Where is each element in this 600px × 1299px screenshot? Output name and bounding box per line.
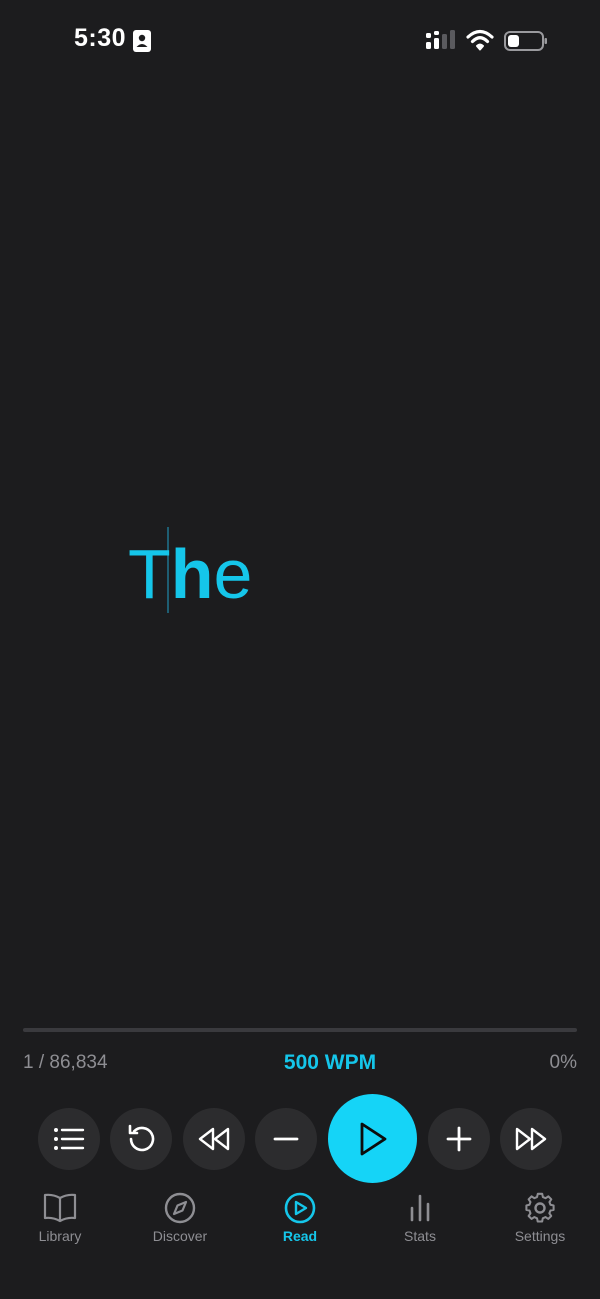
play-circle-icon (284, 1192, 316, 1224)
progress-percent: 0% (549, 1052, 577, 1073)
chapters-button[interactable] (38, 1108, 100, 1170)
fast-forward-icon (515, 1127, 547, 1151)
tab-library-label: Library (38, 1228, 82, 1244)
compass-icon (164, 1192, 196, 1224)
word-prefix: T (128, 535, 171, 613)
battery-icon (504, 31, 547, 51)
minus-icon (273, 1137, 299, 1141)
book-icon (43, 1193, 77, 1223)
word-pivot-letter: h (170, 535, 214, 613)
tab-bar: Library Discover Read Stats Settings (0, 1186, 600, 1299)
plus-icon (446, 1126, 472, 1152)
tab-library[interactable]: Library (5, 1186, 115, 1256)
cellular-signal-icon (426, 30, 455, 49)
current-word: The (128, 534, 252, 614)
contact-card-icon (133, 30, 151, 52)
status-bar: 5:30 (0, 0, 600, 84)
reader-area[interactable]: The (0, 84, 600, 1014)
tab-settings-label: Settings (514, 1228, 566, 1244)
reading-progress-bar[interactable] (23, 1028, 577, 1032)
bar-chart-icon (410, 1194, 430, 1222)
tab-discover-label: Discover (152, 1228, 208, 1244)
play-icon (360, 1122, 386, 1155)
increase-speed-button[interactable] (428, 1108, 490, 1170)
word-suffix: e (213, 535, 253, 613)
status-time: 5:30 (74, 24, 127, 52)
play-button[interactable] (328, 1094, 417, 1183)
rewind-icon (198, 1127, 230, 1151)
decrease-speed-button[interactable] (255, 1108, 317, 1170)
tab-read-label: Read (282, 1228, 318, 1244)
gear-icon (525, 1192, 555, 1223)
restart-button[interactable] (110, 1108, 172, 1170)
rotate-ccw-icon (128, 1124, 155, 1152)
tab-stats-label: Stats (404, 1228, 436, 1244)
tab-settings[interactable]: Settings (485, 1186, 595, 1256)
tab-read[interactable]: Read (245, 1186, 355, 1256)
list-icon (54, 1128, 85, 1150)
fast-forward-button[interactable] (500, 1108, 562, 1170)
rewind-button[interactable] (183, 1108, 245, 1170)
wifi-icon (466, 29, 494, 51)
tab-stats[interactable]: Stats (365, 1186, 475, 1256)
tab-discover[interactable]: Discover (125, 1186, 235, 1256)
wpm-readout: 500 WPM (283, 1051, 377, 1074)
word-position: 1 / 86,834 (23, 1052, 108, 1073)
